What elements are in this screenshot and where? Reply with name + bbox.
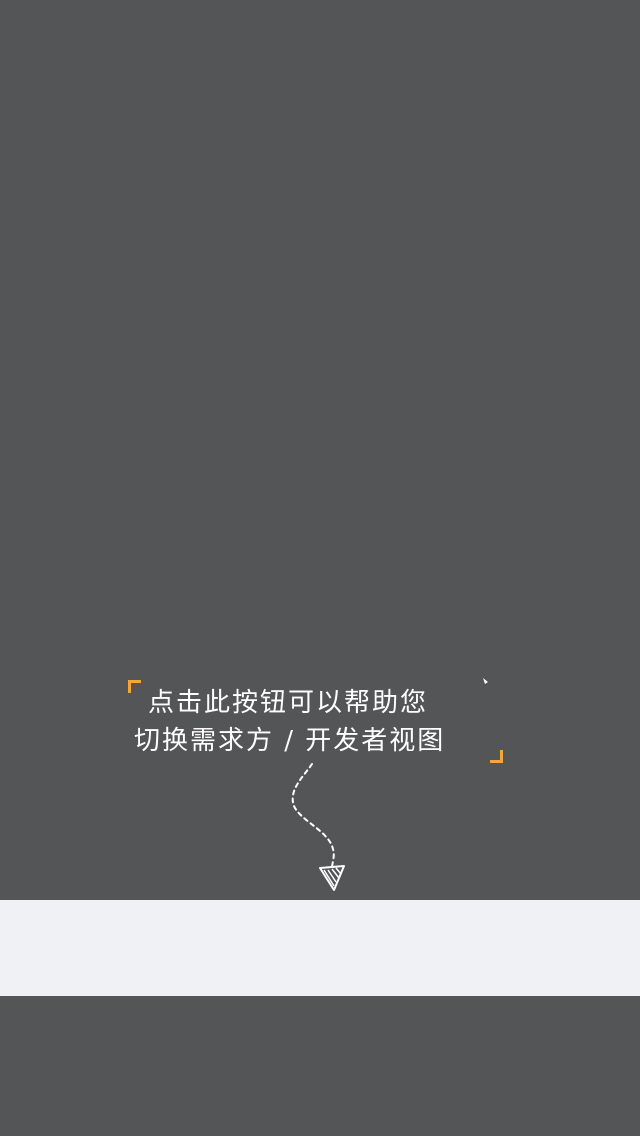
tip-line-1: 点击此按钮可以帮助您 — [148, 688, 429, 718]
close-bracket-icon — [490, 750, 503, 763]
onboarding-tip: 点击此按钮可以帮助您 切换需求方 / 开发者视图 — [128, 678, 508, 770]
spark-icon — [483, 678, 488, 684]
open-bracket-icon — [128, 680, 141, 693]
tip-line-2: 切换需求方 / 开发者视图 — [134, 726, 446, 756]
bottom-tab-bar[interactable] — [0, 900, 640, 996]
dashed-curved-arrow-icon — [291, 763, 345, 891]
